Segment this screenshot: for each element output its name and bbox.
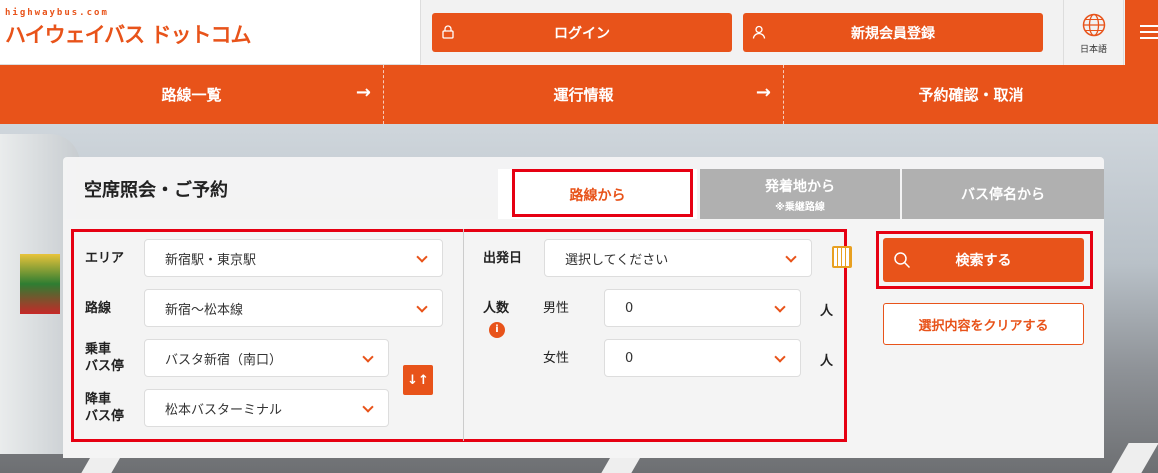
alighting-stop-label: 降車 バス停 xyxy=(85,392,125,424)
route-select[interactable]: 新宿〜松本線 xyxy=(144,289,443,327)
nav-reservation-check-label: 予約確認・取消 xyxy=(918,86,1024,104)
info-icon[interactable]: i xyxy=(489,322,505,338)
male-count-value: 0 xyxy=(625,300,634,316)
nav-service-info-label: 運行情報 xyxy=(553,86,614,104)
departure-date-label: 出発日 xyxy=(483,251,523,266)
calendar-icon[interactable] xyxy=(832,246,852,268)
tab-from-origin[interactable]: 発着地から ※乗継路線 xyxy=(700,169,900,219)
nav-service-info[interactable]: 運行情報 → xyxy=(384,65,783,124)
male-label: 男性 xyxy=(543,301,570,316)
tab-from-bus-stop[interactable]: バス停名から xyxy=(902,169,1104,219)
form-divider xyxy=(463,229,464,441)
female-count-value: 0 xyxy=(625,350,634,366)
chevron-down-icon xyxy=(416,301,428,313)
alighting-stop-select[interactable]: 松本バスターミナル xyxy=(144,389,389,427)
login-button[interactable]: ログイン xyxy=(432,13,732,52)
search-icon xyxy=(894,252,911,269)
header: highwaybus.com ハイウェイバス ドットコム ログイン 新規会員登録… xyxy=(0,0,1158,65)
departure-date-placeholder: 選択してください xyxy=(565,252,669,268)
highlight-frame xyxy=(512,169,693,217)
search-button[interactable]: 検索する xyxy=(883,238,1084,282)
search-label: 検索する xyxy=(955,253,1012,269)
hamburger-menu-button[interactable] xyxy=(1125,0,1158,65)
nav-route-list-label: 路線一覧 xyxy=(161,86,222,104)
hamburger-icon xyxy=(1140,25,1158,27)
boarding-stop-label: 乗車 バス停 xyxy=(85,342,125,374)
panel-title: 空席照会・ご予約 xyxy=(84,180,228,201)
chevron-down-icon xyxy=(362,351,374,363)
arrow-right-icon: → xyxy=(355,82,371,103)
logo-wordmark: ハイウェイバス ドットコム xyxy=(5,23,251,47)
main-nav: 路線一覧 → 運行情報 → 予約確認・取消 xyxy=(0,65,1158,124)
nav-reservation-check[interactable]: 予約確認・取消 xyxy=(784,65,1158,124)
chevron-down-icon xyxy=(785,251,797,263)
site-logo[interactable]: highwaybus.com ハイウェイバス ドットコム xyxy=(5,8,251,49)
swap-stops-button[interactable]: ↓↑ xyxy=(403,365,433,395)
passengers-label: 人数 xyxy=(483,301,510,316)
user-icon xyxy=(752,25,766,39)
alighting-stop-value: 松本バスターミナル xyxy=(165,402,283,418)
departure-date-select[interactable]: 選択してください xyxy=(544,239,812,277)
clear-selection-label: 選択内容をクリアする xyxy=(918,318,1049,334)
language-selector[interactable]: 日本語 xyxy=(1063,0,1124,65)
area-select[interactable]: 新宿駅・東京駅 xyxy=(144,239,443,277)
register-button[interactable]: 新規会員登録 xyxy=(743,13,1043,52)
arrow-right-icon: → xyxy=(755,82,771,103)
login-label: ログイン xyxy=(554,25,610,42)
language-label: 日本語 xyxy=(1079,45,1107,55)
male-count-select[interactable]: 0 xyxy=(604,289,801,327)
chevron-down-icon xyxy=(362,401,374,413)
chevron-down-icon xyxy=(774,301,786,313)
tab-from-bus-stop-label: バス停名から xyxy=(961,187,1045,203)
female-count-select[interactable]: 0 xyxy=(604,339,801,377)
reservation-panel: 空席照会・ご予約 発着地から ※乗継路線 バス停名から 路線から エリア 新宿駅… xyxy=(63,157,1104,458)
route-value: 新宿〜松本線 xyxy=(165,302,244,318)
chevron-down-icon xyxy=(416,251,428,263)
area-value: 新宿駅・東京駅 xyxy=(165,252,257,268)
female-unit: 人 xyxy=(820,354,834,369)
register-label: 新規会員登録 xyxy=(851,25,935,42)
boarding-stop-value: バスタ新宿（南口） xyxy=(165,352,283,368)
logo-domain: highwaybus.com xyxy=(5,8,109,18)
female-label: 女性 xyxy=(543,351,570,366)
globe-icon xyxy=(1082,13,1105,37)
tab-from-origin-label: 発着地から xyxy=(765,178,835,195)
route-label: 路線 xyxy=(85,301,112,316)
tab-from-origin-note: ※乗継路線 xyxy=(775,201,825,213)
area-label: エリア xyxy=(85,251,125,266)
chevron-down-icon xyxy=(774,351,786,363)
male-unit: 人 xyxy=(820,304,834,319)
lock-icon xyxy=(442,25,454,39)
nav-route-list[interactable]: 路線一覧 → xyxy=(0,65,383,124)
clear-selection-button[interactable]: 選択内容をクリアする xyxy=(883,303,1084,345)
tab-from-route[interactable]: 路線から xyxy=(498,169,697,221)
boarding-stop-select[interactable]: バスタ新宿（南口） xyxy=(144,339,389,377)
